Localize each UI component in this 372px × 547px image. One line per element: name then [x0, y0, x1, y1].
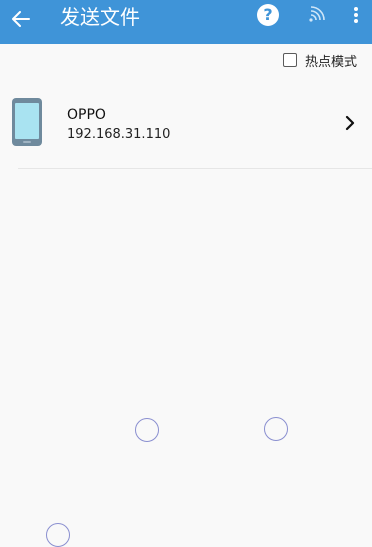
app-bar: 发送文件 ? — [0, 0, 372, 44]
back-button[interactable] — [4, 2, 38, 36]
device-ip: 192.168.31.110 — [67, 127, 171, 142]
decorative-circle — [135, 418, 159, 442]
page-title: 发送文件 — [60, 5, 140, 29]
more-vertical-icon — [354, 7, 358, 23]
hotspot-mode-label: 热点模式 — [305, 54, 358, 70]
decorative-circle — [46, 523, 70, 547]
chevron-right-icon — [345, 115, 355, 131]
question-circle-icon: ? — [257, 4, 279, 26]
wifi-button[interactable] — [304, 3, 328, 27]
help-button[interactable]: ? — [256, 3, 280, 27]
divider — [18, 168, 372, 169]
hotspot-mode-toggle[interactable]: 热点模式 — [283, 50, 357, 70]
hotspot-mode-checkbox[interactable] — [283, 53, 297, 67]
decorative-circle — [264, 417, 288, 441]
more-options-button[interactable] — [346, 3, 366, 27]
wifi-icon — [309, 6, 325, 22]
phone-icon — [12, 98, 42, 146]
arrow-left-icon — [12, 11, 30, 27]
device-name: OPPO — [67, 107, 106, 123]
device-list-item[interactable]: OPPO 192.168.31.110 — [0, 88, 372, 168]
